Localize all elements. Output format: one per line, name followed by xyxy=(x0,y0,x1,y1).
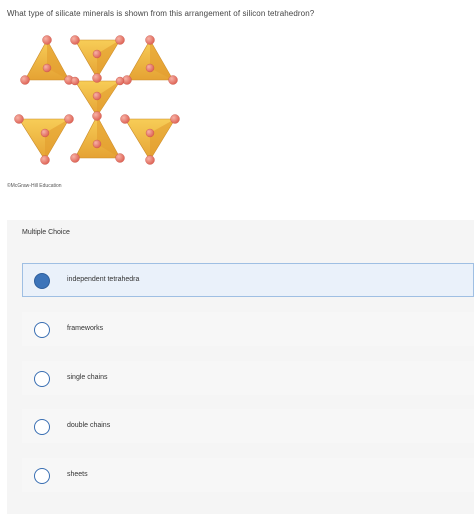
image-credit: ©McGraw-Hill Education xyxy=(7,183,62,189)
radio-icon[interactable] xyxy=(34,468,50,484)
option-sheets[interactable]: sheets xyxy=(22,458,474,492)
option-label: independent tetrahedra xyxy=(67,276,140,283)
option-label: single chains xyxy=(67,374,108,381)
tetrahedron-center-lower xyxy=(74,115,121,159)
question-text: What type of silicate minerals is shown … xyxy=(7,9,315,18)
radio-icon[interactable] xyxy=(34,322,50,338)
radio-icon[interactable] xyxy=(34,419,50,435)
tetrahedron-top-left xyxy=(24,39,70,81)
option-label: frameworks xyxy=(67,325,104,332)
multiple-choice-header: Multiple Choice xyxy=(22,229,70,236)
radio-icon[interactable] xyxy=(34,371,50,387)
silicate-tetrahedra-figure xyxy=(14,35,180,165)
option-single-chains[interactable]: single chains xyxy=(22,361,474,395)
option-label: double chains xyxy=(67,422,111,429)
option-double-chains[interactable]: double chains xyxy=(22,409,474,443)
option-independent-tetrahedra[interactable]: independent tetrahedra xyxy=(22,263,474,297)
option-frameworks[interactable]: frameworks xyxy=(22,312,474,346)
tetrahedron-bottom-left xyxy=(18,118,70,161)
tetrahedron-bottom-right xyxy=(124,118,176,161)
tetrahedron-top-middle xyxy=(74,39,121,79)
option-label: sheets xyxy=(67,471,88,478)
tetrahedron-top-right xyxy=(126,39,174,81)
radio-selected-icon[interactable] xyxy=(34,273,50,289)
